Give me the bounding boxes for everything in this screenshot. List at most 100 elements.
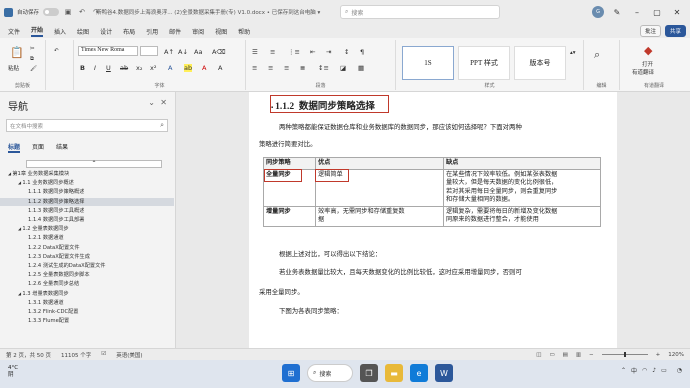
rule-line-2[interactable]: 采用全量同步。 — [259, 288, 304, 297]
align-right-icon[interactable]: ≡ — [284, 64, 289, 72]
nav-tree-item[interactable]: 1.3.1 数据通道 — [0, 299, 174, 307]
shading-icon[interactable]: ◪ — [340, 64, 346, 72]
close-icon[interactable]: ✕ — [160, 98, 167, 107]
zoom-slider[interactable] — [601, 352, 648, 357]
undo-icon[interactable]: ↶ — [77, 8, 87, 16]
zoom-level[interactable]: 120% — [668, 352, 684, 358]
decrease-indent-icon[interactable]: ⇤ — [310, 48, 315, 56]
incremental-sync-pro-cell[interactable]: 效率高，无需同步和存储重复数 据 — [315, 205, 444, 227]
page-count[interactable]: 第 2 页，共 50 页 — [6, 351, 51, 359]
font-name-input[interactable]: Times New Roma — [78, 46, 138, 56]
font-size-input[interactable] — [140, 46, 158, 56]
nav-tree-item[interactable]: 1.3.3 Flume配置 — [0, 317, 174, 325]
tab-mailings[interactable]: 邮件 — [169, 27, 181, 36]
focus-icon[interactable]: ◫ — [536, 352, 541, 358]
tab-draw[interactable]: 绘图 — [77, 27, 89, 36]
nav-tree-item[interactable]: 1.1.2 数据同步策略选择 — [0, 197, 174, 206]
pen-icon[interactable]: ✎ — [610, 8, 624, 17]
nav-tree-item[interactable]: 1.1.4 数据同步工具部署 — [0, 216, 174, 224]
edge-icon[interactable]: e — [410, 364, 428, 382]
header-strategy[interactable]: 同步策略 — [263, 157, 316, 170]
nav-tree-item[interactable]: 1.2.1 数据通道 — [0, 234, 174, 242]
close-icon[interactable]: ✕ — [670, 8, 684, 17]
nav-tree-item[interactable]: 1.2.2 DataX配置文件 — [0, 244, 174, 252]
nav-tree-item[interactable]: ◢ 1.2 全量表数据同步 — [0, 225, 174, 233]
battery-icon[interactable]: ▭ — [661, 367, 667, 374]
font-color-icon[interactable]: A — [202, 64, 206, 72]
read-mode-icon[interactable]: ▭ — [549, 352, 554, 358]
style-card-1s[interactable]: 1S — [402, 46, 454, 80]
paste-label[interactable]: 粘贴 — [8, 64, 19, 72]
nav-tree-item[interactable]: 1.3.2 Flink-CDC配置 — [0, 308, 174, 316]
undo-ribbon-icon[interactable]: ↶ — [54, 48, 59, 54]
change-case-icon[interactable]: Aa — [194, 48, 202, 56]
nav-tab-pages[interactable]: 页面 — [32, 142, 44, 153]
highlight-icon[interactable]: ab — [184, 64, 193, 72]
tab-insert[interactable]: 插入 — [54, 27, 66, 36]
paste-icon[interactable]: 📋 — [10, 46, 24, 59]
open-button[interactable]: 打开 — [642, 60, 653, 68]
web-layout-icon[interactable]: ▥ — [576, 352, 581, 358]
share-button[interactable]: 共享 — [664, 25, 686, 37]
format-painter-icon[interactable]: 🖌 — [30, 66, 37, 72]
incremental-sync-cell[interactable]: 增量同步 — [263, 205, 316, 227]
tab-layout[interactable]: 布局 — [123, 27, 135, 36]
zoom-out-icon[interactable]: − — [589, 352, 594, 358]
taskbar-search[interactable]: ⌕ 搜索 — [307, 364, 353, 382]
subscript-button[interactable]: x₂ — [136, 64, 142, 72]
autosave-toggle[interactable] — [43, 8, 60, 16]
task-view-icon[interactable]: ❐ — [360, 364, 378, 382]
nav-tree-item[interactable]: 1.2.5 全量表数据同步脚本 — [0, 271, 174, 279]
tab-help[interactable]: 帮助 — [238, 27, 250, 36]
save-icon[interactable]: ▣ — [63, 8, 73, 16]
conclusion-line[interactable]: 根据上述对比，可以得出以下结论： — [279, 250, 381, 259]
next-line[interactable]: 下图为各表同步策略： — [279, 307, 343, 316]
char-shading-icon[interactable]: A — [218, 64, 222, 72]
nav-tree-item[interactable]: ◢ 1.1 业务数据同步概述 — [0, 179, 174, 187]
nav-tab-headings[interactable]: 标题 — [8, 142, 21, 153]
chevron-down-icon[interactable]: ⌄ — [148, 98, 155, 107]
word-taskbar-icon[interactable]: W — [435, 364, 453, 382]
justify-icon[interactable]: ≣ — [300, 64, 305, 72]
tab-references[interactable]: 引用 — [146, 27, 158, 36]
maximize-icon[interactable]: ▢ — [650, 8, 664, 17]
tab-file[interactable]: 文件 — [8, 27, 20, 36]
text-effects-icon[interactable]: A — [168, 64, 172, 72]
shrink-font-icon[interactable]: A↓ — [178, 48, 188, 56]
nav-search-input[interactable]: 在文档中搜索 ⌕ — [6, 119, 168, 132]
style-card-version[interactable]: 版本号 — [514, 46, 566, 80]
styles-scroll-icon[interactable]: ▴▾ — [570, 50, 576, 56]
word-count[interactable]: 11105 个字 — [61, 351, 91, 359]
tray-chevron-icon[interactable]: ⌃ — [621, 367, 626, 374]
nav-tree-item[interactable]: 1.2.6 全量表同步总结 — [0, 280, 174, 288]
intro-line-1[interactable]: 两种策略都能保证数据仓库和业务数据库的数据同步，那应该如何选择呢？下面对两种 — [279, 123, 522, 132]
language-indicator[interactable]: 英语(美国) — [116, 351, 142, 359]
borders-icon[interactable]: ▦ — [358, 64, 364, 72]
bullets-icon[interactable]: ☰ — [252, 48, 258, 56]
tab-design[interactable]: 设计 — [100, 27, 112, 36]
incremental-sync-con-cell[interactable]: 逻辑复杂，需要将每日的新增及变化数据 同原来的数据进行整合，才能使用 — [443, 205, 601, 227]
rule-line-1[interactable]: 若业务表数据量比较大，且每天数据变化的比例比较低，这时应采用增量同步，否则可 — [279, 268, 522, 277]
nav-tab-results[interactable]: 结果 — [56, 142, 68, 153]
proofing-icon[interactable]: ☑ — [101, 351, 106, 359]
nav-tree-item[interactable]: ◢ 第1章 业务数据采集模块 — [0, 170, 174, 178]
zoom-in-icon[interactable]: + — [656, 352, 661, 358]
translate-button[interactable]: 有道翻译 — [632, 68, 654, 76]
nav-tree-item[interactable]: 1.1.1 数据同步策略概述 — [0, 188, 174, 196]
cut-icon[interactable]: ✂ — [30, 46, 35, 52]
nav-tree-item[interactable]: 1.2.3 DataX配置文件生成 — [0, 253, 174, 261]
tab-home[interactable]: 开始 — [31, 25, 44, 37]
copy-icon[interactable]: ⧉ — [30, 56, 34, 63]
minimize-icon[interactable]: – — [630, 8, 644, 17]
collapse-up-icon[interactable]: ⌃ — [26, 160, 162, 168]
align-center-icon[interactable]: ≡ — [268, 64, 273, 72]
sort-icon[interactable]: ↕ — [344, 48, 349, 56]
nav-tree-item[interactable]: ◢ 1.3 增量表数据同步 — [0, 290, 174, 298]
header-cons[interactable]: 缺点 — [443, 157, 601, 170]
document-page[interactable]: ▪ 1.1.2 数据同步策略选择 两种策略都能保证数据仓库和业务数据库的数据同步，… — [249, 92, 617, 348]
full-sync-con-cell[interactable]: 在某些情况下效率较低。例如某张表数据 量较大，但是每天数据的变化比例很低， 若对… — [443, 168, 601, 207]
youdao-icon[interactable]: ◆ — [644, 44, 652, 57]
increase-indent-icon[interactable]: ⇥ — [326, 48, 331, 56]
document-title[interactable]: 斯鸭谷4.数据同步上海浪奥浮... (2)全景数据采集手册(专) V1.0.do… — [96, 8, 320, 16]
network-icon[interactable]: ◠ — [642, 367, 647, 374]
